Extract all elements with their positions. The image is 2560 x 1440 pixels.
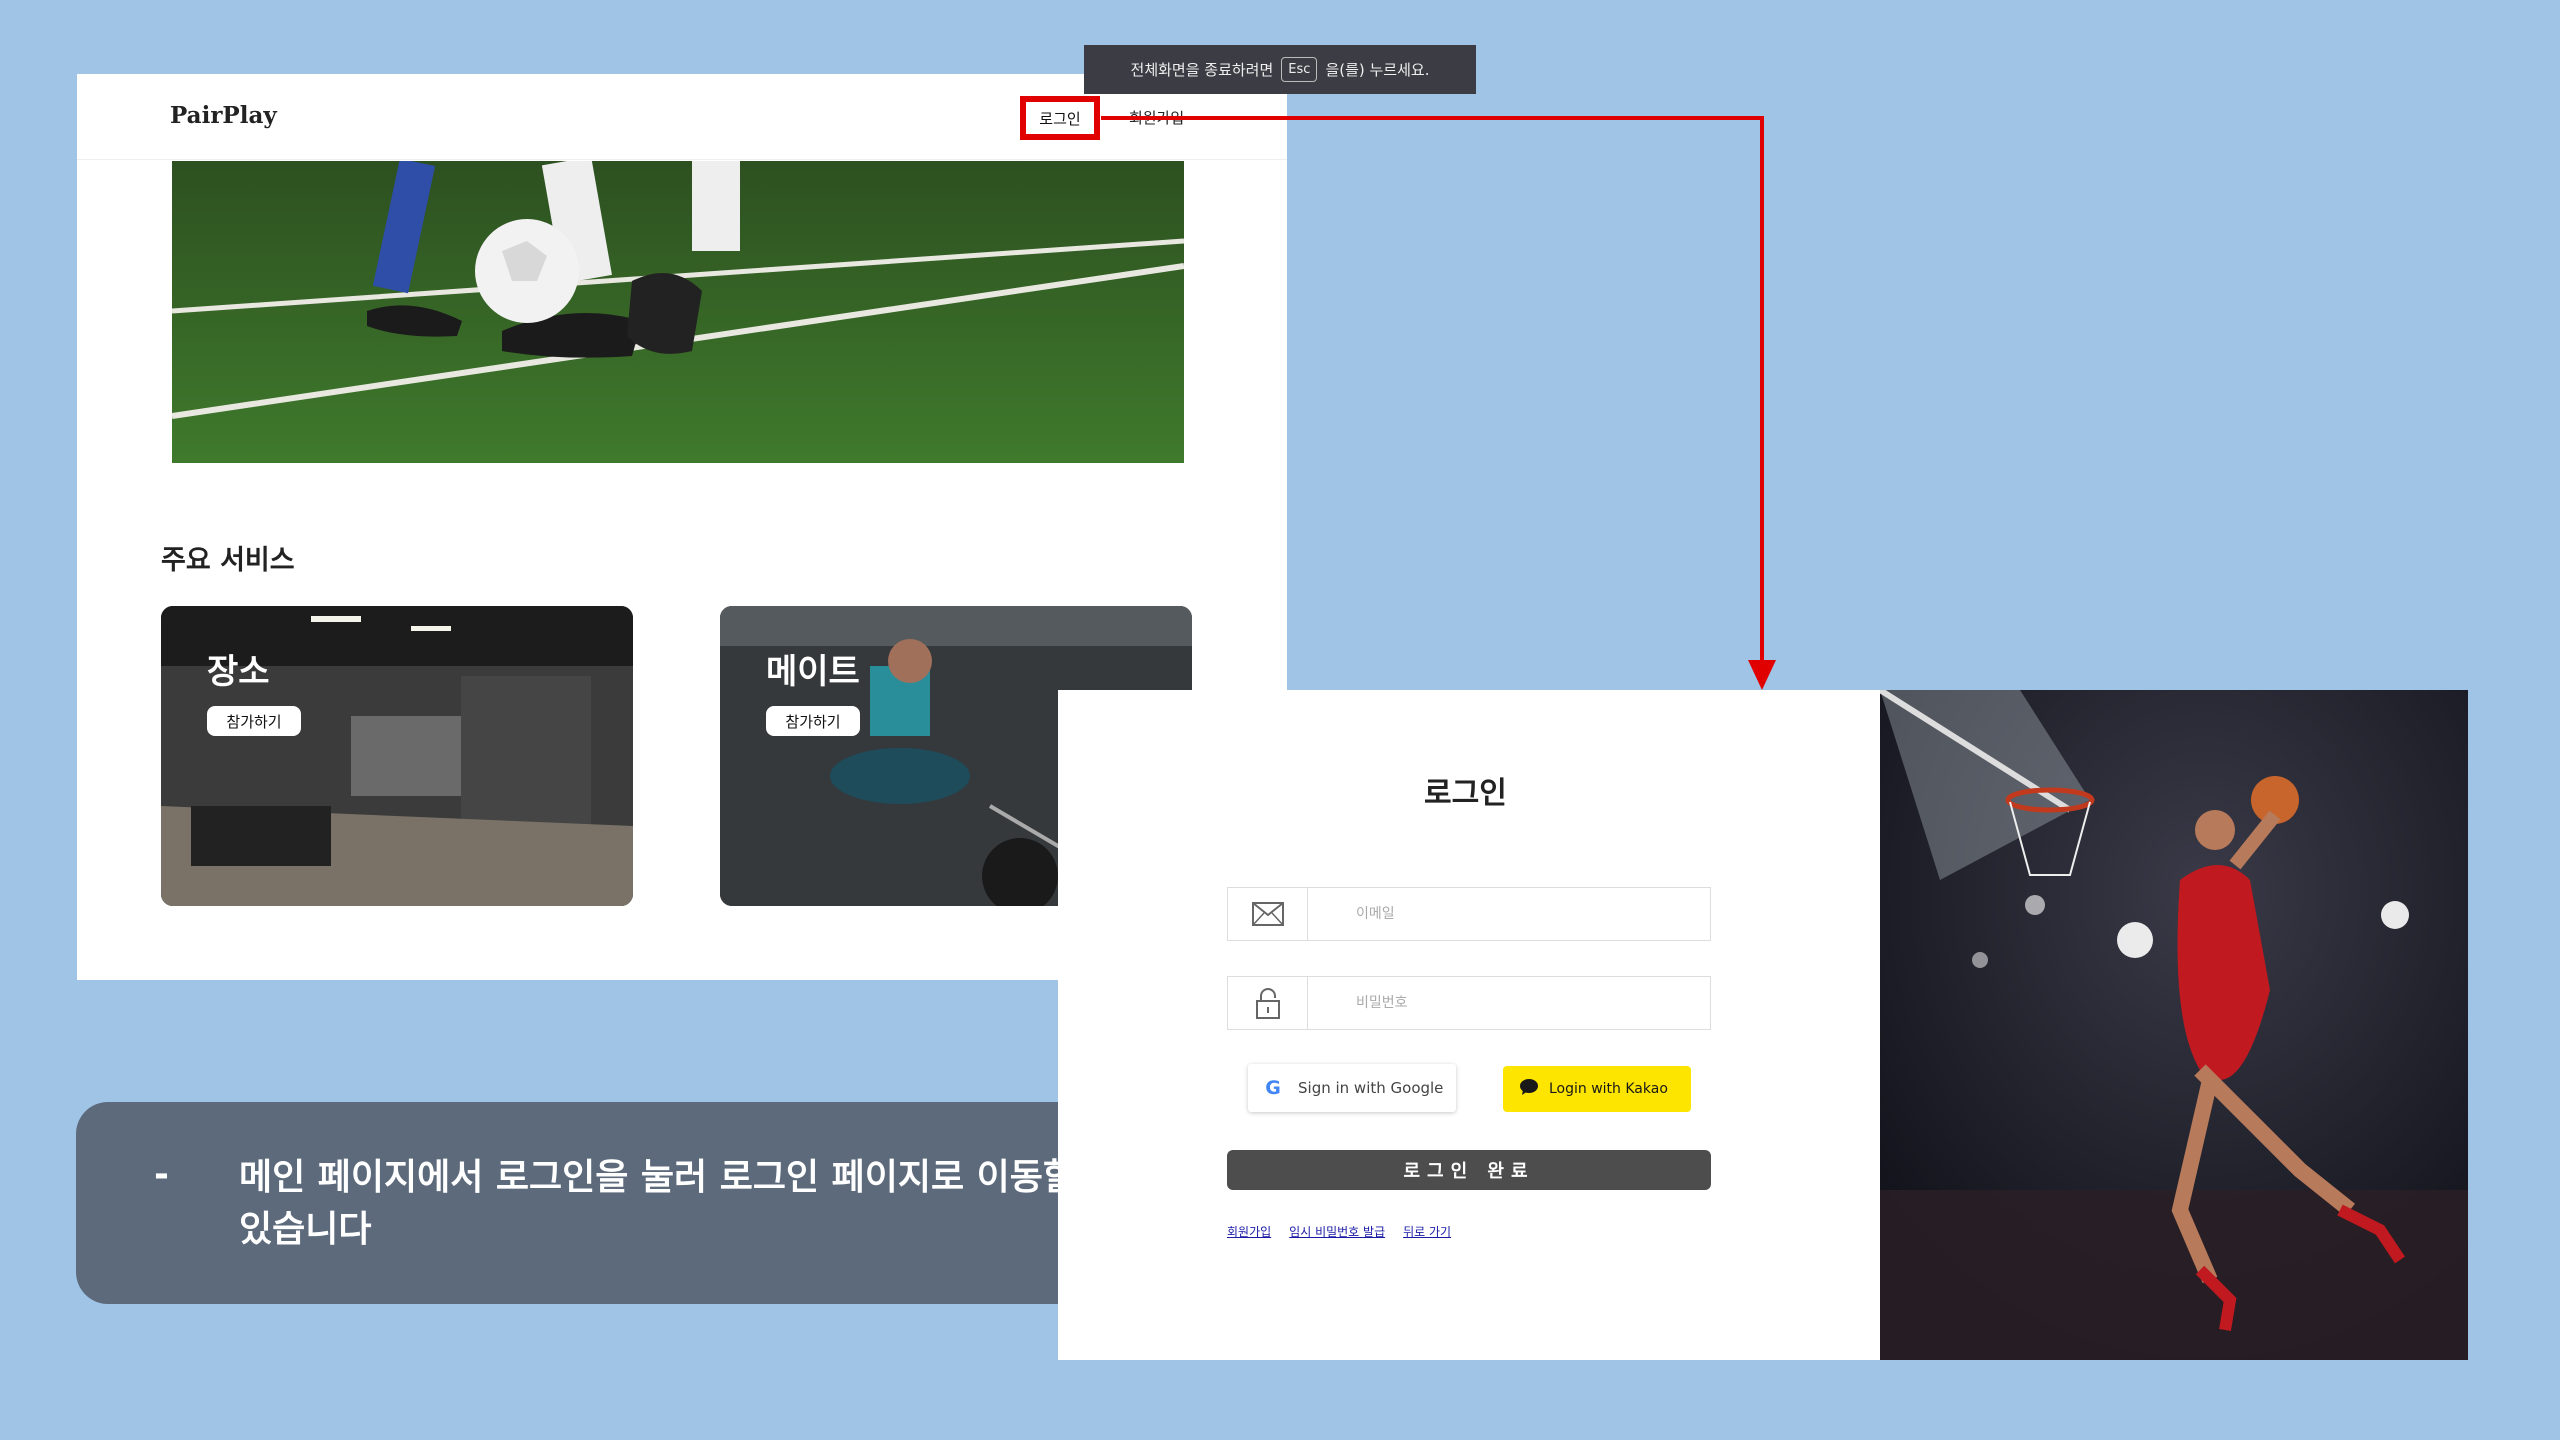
password-field[interactable] [1227,976,1711,1030]
login-submit-button[interactable]: 로그인 완료 [1227,1150,1711,1190]
lock-icon [1228,977,1308,1029]
card-mate-title: 메이트 [766,652,860,692]
kakao-login-label: Login with Kakao [1549,1081,1668,1097]
hero-soccer-image [172,161,1184,463]
card-mate-join-button[interactable]: 참가하기 [766,706,860,736]
kakao-login-button[interactable]: Login with Kakao [1503,1066,1691,1112]
basketball-photo [1880,690,2468,1360]
toast-text-after: 을(를) 누르세요. [1325,61,1430,79]
card-place-join-button[interactable]: 참가하기 [207,706,301,736]
login-page-panel: 로그인 G Sign in with Google [1058,690,2468,1360]
services-section-title: 주요 서비스 [161,545,295,576]
login-page-title: 로그인 [1424,776,1507,811]
nav-signup-link[interactable]: 회원가입 [1129,107,1184,128]
service-card-place[interactable]: 장소 참가하기 [161,606,633,906]
password-input[interactable] [1356,995,1656,1011]
google-g-icon: G [1265,1077,1281,1099]
esc-key-badge: Esc [1281,57,1318,82]
kakao-bubble-icon [1519,1078,1539,1100]
site-logo[interactable]: PairPlay [170,102,277,129]
card-place-title: 장소 [207,652,270,692]
caption-bullet: - [154,1154,169,1195]
temp-password-link[interactable]: 임시 비밀번호 발급 [1289,1223,1385,1240]
fullscreen-exit-toast: 전체화면을 종료하려면 Esc 을(를) 누르세요. [1084,45,1476,94]
toast-text-before: 전체화면을 종료하려면 [1130,61,1274,79]
login-links: 회원가입 임시 비밀번호 발급 뒤로 가기 [1227,1223,1451,1240]
caption-text: 메인 페이지에서 로그인을 눌러 로그인 페이지로 이동할 수 있습니다 [239,1157,1122,1250]
mail-icon [1228,888,1308,940]
email-input[interactable] [1356,906,1656,922]
email-field[interactable] [1227,887,1711,941]
go-back-link[interactable]: 뒤로 가기 [1403,1223,1451,1240]
basketball-photo-illustration [1880,690,2468,1360]
signup-link[interactable]: 회원가입 [1227,1223,1271,1240]
caption-box: - 메인 페이지에서 로그인을 눌러 로그인 페이지로 이동할 수 있습니다 [76,1102,1186,1304]
nav-login-link-highlighted[interactable]: 로그인 [1020,96,1100,140]
google-signin-button[interactable]: G Sign in with Google [1248,1064,1456,1112]
google-signin-label: Sign in with Google [1298,1079,1444,1097]
soccer-photo-illustration [172,161,1184,463]
